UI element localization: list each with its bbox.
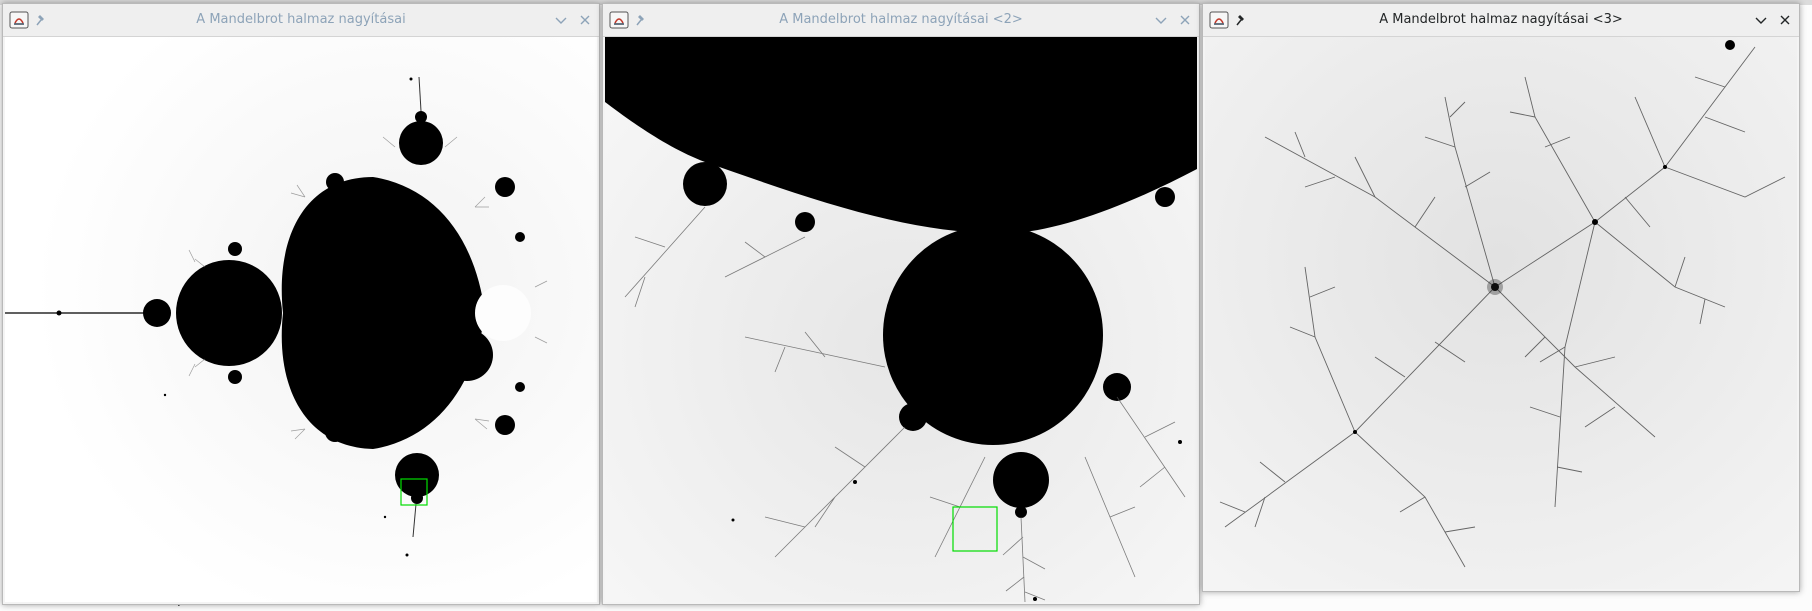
chevron-down-icon[interactable] [1753, 12, 1769, 28]
pin-icon[interactable] [1235, 13, 1249, 27]
titlebar[interactable]: A Mandelbrot halmaz nagyításai <2> [603, 4, 1199, 37]
chevron-down-icon[interactable] [553, 12, 569, 28]
close-icon[interactable] [577, 12, 593, 28]
bottom-bulb [395, 453, 439, 497]
close-icon[interactable] [1777, 12, 1793, 28]
top-bulb [399, 121, 443, 165]
java-app-icon[interactable] [9, 11, 29, 29]
window-title: A Mandelbrot halmaz nagyításai <2> [779, 12, 1023, 27]
java-app-icon[interactable] [1209, 11, 1229, 29]
mandelbrot-canvas[interactable] [5, 37, 597, 602]
zoom-window-3[interactable]: A Mandelbrot halmaz nagyításai <3> [1202, 3, 1800, 592]
zoom-window-1[interactable]: A Mandelbrot halmaz nagyításai [2, 3, 600, 605]
close-icon[interactable] [1177, 12, 1193, 28]
period-2-bulb [176, 260, 282, 366]
window-title: A Mandelbrot halmaz nagyításai [196, 12, 406, 27]
pin-icon[interactable] [35, 13, 49, 27]
mandelbrot-canvas[interactable] [1205, 37, 1797, 589]
zoom-window-2[interactable]: A Mandelbrot halmaz nagyításai <2> [602, 3, 1200, 605]
chevron-down-icon[interactable] [1153, 12, 1169, 28]
titlebar[interactable]: A Mandelbrot halmaz nagyításai <3> [1203, 4, 1799, 37]
window-title: A Mandelbrot halmaz nagyításai <3> [1379, 12, 1623, 27]
titlebar[interactable]: A Mandelbrot halmaz nagyításai [3, 4, 599, 37]
pin-icon[interactable] [635, 13, 649, 27]
java-app-icon[interactable] [609, 11, 629, 29]
mandelbrot-canvas[interactable] [605, 37, 1197, 602]
lower-bulb [993, 452, 1049, 508]
